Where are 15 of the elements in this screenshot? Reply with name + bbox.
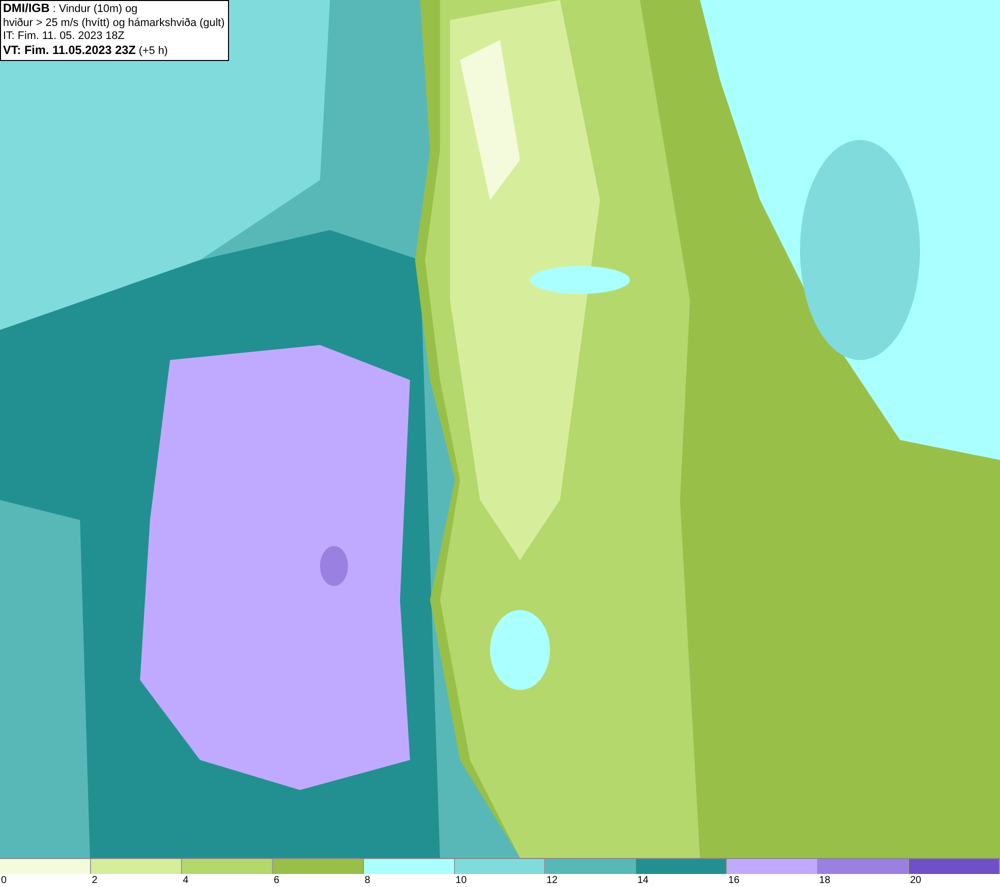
legend-label: 20 [910, 874, 922, 887]
legend-label: 4 [182, 874, 188, 887]
legend-label: 18 [819, 874, 830, 887]
legend-label: 8 [364, 874, 370, 887]
info-text: VT: Fim. 11.05.2023 23Z (+5 h) [3, 44, 169, 58]
legend-label: 16 [728, 874, 740, 887]
legend-label: 2 [92, 874, 98, 887]
legend-label: 14 [637, 874, 648, 887]
info-text: DMI/IGB : Vindur (10m) og [3, 2, 139, 16]
legend-label: 10 [456, 874, 467, 887]
legend-label: 12 [546, 874, 558, 887]
legend-label: 0 [1, 874, 7, 887]
info-text: hviður > 25 m/s (hvítt) og hámarkshviða (gult) [3, 16, 225, 30]
info-text: IT: Fim. 11. 05. 2023 18Z [3, 30, 126, 44]
legend-label: 6 [274, 874, 280, 887]
